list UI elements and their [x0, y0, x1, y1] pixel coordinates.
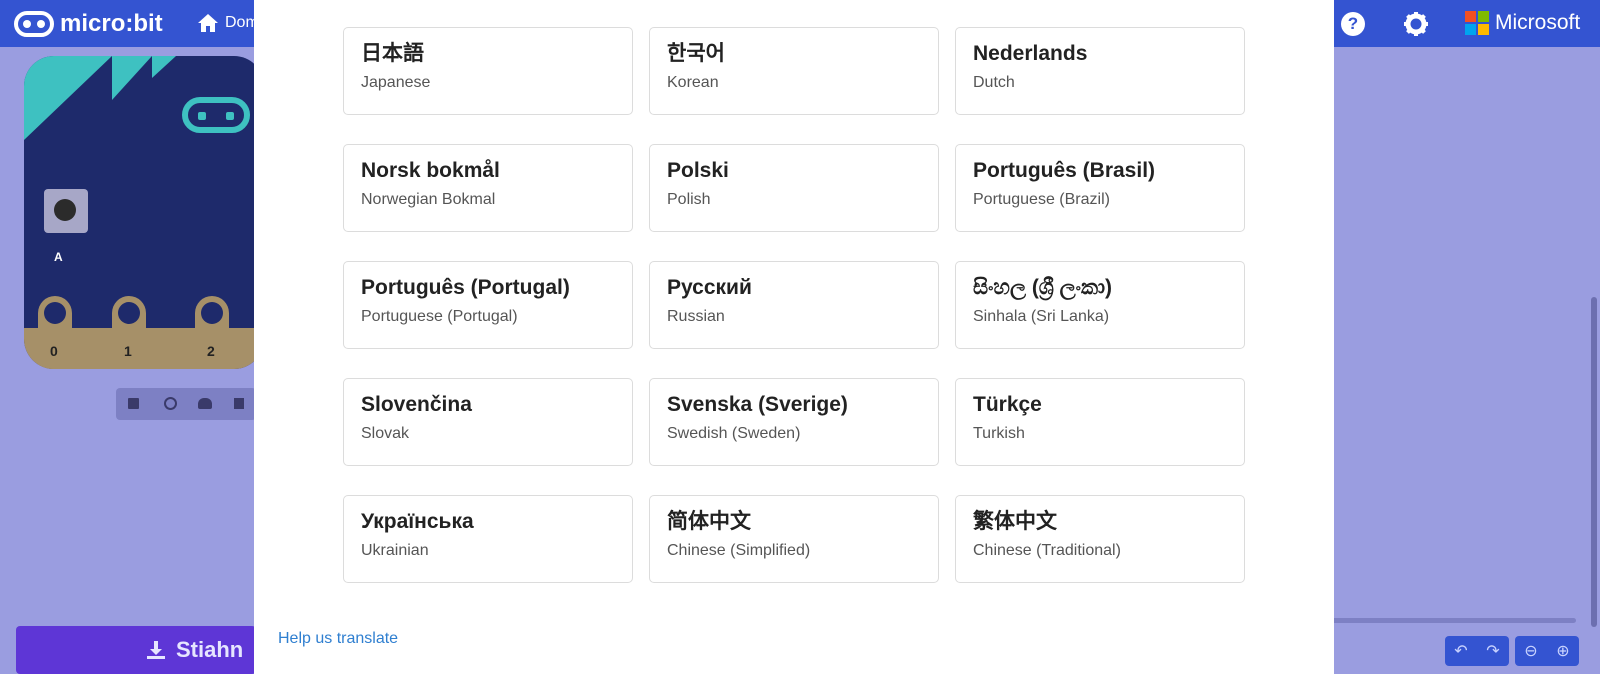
language-card-japanese[interactable]: 日本語 Japanese	[343, 27, 633, 115]
zoom-in-icon[interactable]: ⊕	[1556, 641, 1569, 661]
download-icon	[146, 640, 166, 660]
language-card-swedish[interactable]: Svenska (Sverige) Swedish (Sweden)	[649, 378, 939, 466]
undo-redo-group: ↶ ↷	[1445, 636, 1509, 666]
simulator-controls	[116, 388, 256, 420]
language-grid: 日本語 Japanese 한국어 Korean Nederlands Dutch…	[343, 27, 1245, 583]
mute-icon[interactable]	[234, 398, 244, 409]
zoom-group: ⊖ ⊕	[1515, 636, 1579, 666]
language-native-name: Türkçe	[973, 393, 1042, 416]
language-english-name: Chinese (Traditional)	[973, 542, 1121, 559]
language-card-dutch[interactable]: Nederlands Dutch	[955, 27, 1245, 115]
simulator-button-a[interactable]	[44, 189, 88, 233]
language-english-name: Sinhala (Sri Lanka)	[973, 308, 1110, 325]
language-dialog: 日本語 Japanese 한국어 Korean Nederlands Dutch…	[254, 0, 1334, 674]
language-card-turkish[interactable]: Türkçe Turkish	[955, 378, 1245, 466]
language-native-name: Slovenčina	[361, 393, 472, 416]
language-native-name: Svenska (Sverige)	[667, 393, 848, 416]
language-native-name: 日本語	[361, 42, 424, 65]
language-english-name: Polish	[667, 191, 711, 208]
undo-icon[interactable]: ↶	[1454, 641, 1467, 661]
language-native-name: Українська	[361, 510, 474, 533]
language-english-name: Dutch	[973, 74, 1015, 91]
simulator-logo-icon	[182, 97, 250, 133]
language-native-name: Português (Portugal)	[361, 276, 570, 299]
redo-icon[interactable]: ↷	[1486, 641, 1499, 661]
language-english-name: Portuguese (Brazil)	[973, 191, 1110, 208]
language-card-sinhala[interactable]: සිංහල (ශ්‍රී ලංකා) Sinhala (Sri Lanka)	[955, 261, 1245, 349]
language-english-name: Korean	[667, 74, 719, 91]
language-card-chinese-traditional[interactable]: 繁体中文 Chinese (Traditional)	[955, 495, 1245, 583]
language-english-name: Japanese	[361, 74, 431, 91]
language-native-name: 简体中文	[667, 510, 751, 533]
restart-icon[interactable]	[164, 397, 177, 410]
language-english-name: Portuguese (Portugal)	[361, 308, 518, 325]
workspace-vertical-scrollbar[interactable]	[1591, 297, 1597, 627]
language-native-name: Русский	[667, 276, 752, 299]
language-native-name: Norsk bokmål	[361, 159, 500, 182]
language-card-korean[interactable]: 한국어 Korean	[649, 27, 939, 115]
language-english-name: Chinese (Simplified)	[667, 542, 811, 559]
language-native-name: 繁体中文	[973, 510, 1057, 533]
gear-icon[interactable]	[1403, 11, 1429, 37]
home-button[interactable]: Dom	[197, 13, 259, 33]
microsoft-logo-icon	[1465, 11, 1489, 35]
language-native-name: සිංහල (ශ්‍රී ලංකා)	[973, 276, 1112, 299]
microbit-logo[interactable]: micro:bit	[14, 10, 163, 38]
microbit-logo-icon	[14, 11, 54, 37]
language-card-chinese-simplified[interactable]: 简体中文 Chinese (Simplified)	[649, 495, 939, 583]
language-english-name: Ukrainian	[361, 542, 429, 559]
slowmo-icon[interactable]	[198, 398, 212, 409]
language-card-russian[interactable]: Русский Russian	[649, 261, 939, 349]
download-button[interactable]: Stiahn	[16, 626, 256, 674]
language-card-ukrainian[interactable]: Українська Ukrainian	[343, 495, 633, 583]
language-native-name: Português (Brasil)	[973, 159, 1156, 182]
microbit-simulator[interactable]: A 0 1 2	[24, 56, 264, 369]
language-card-slovak[interactable]: Slovenčina Slovak	[343, 378, 633, 466]
button-a-label: A	[54, 250, 63, 264]
help-translate-link[interactable]: Help us translate	[278, 630, 398, 648]
help-icon[interactable]: ?	[1341, 12, 1365, 36]
microsoft-logo[interactable]: Microsoft	[1465, 11, 1580, 35]
logo-text: micro:bit	[60, 10, 163, 37]
language-english-name: Slovak	[361, 425, 410, 442]
language-english-name: Swedish (Sweden)	[667, 425, 801, 442]
brand-text: Microsoft	[1495, 11, 1581, 34]
language-english-name: Russian	[667, 308, 725, 325]
language-native-name: 한국어	[667, 42, 725, 65]
language-card-norwegian[interactable]: Norsk bokmål Norwegian Bokmal	[343, 144, 633, 232]
language-card-portuguese-portugal[interactable]: Português (Portugal) Portuguese (Portuga…	[343, 261, 633, 349]
pin-label: 0	[50, 343, 58, 359]
pin-label: 2	[207, 343, 215, 359]
language-native-name: Polski	[667, 159, 729, 182]
language-native-name: Nederlands	[973, 42, 1088, 65]
download-label: Stiahn	[176, 637, 244, 662]
stop-icon[interactable]	[128, 398, 139, 409]
home-icon	[197, 13, 219, 33]
zoom-out-icon[interactable]: ⊖	[1524, 641, 1537, 661]
pin-label: 1	[124, 343, 132, 359]
language-english-name: Turkish	[973, 425, 1025, 442]
language-english-name: Norwegian Bokmal	[361, 191, 496, 208]
language-card-polish[interactable]: Polski Polish	[649, 144, 939, 232]
workspace-horizontal-scrollbar[interactable]	[1330, 618, 1576, 623]
language-card-portuguese-brazil[interactable]: Português (Brasil) Portuguese (Brazil)	[955, 144, 1245, 232]
